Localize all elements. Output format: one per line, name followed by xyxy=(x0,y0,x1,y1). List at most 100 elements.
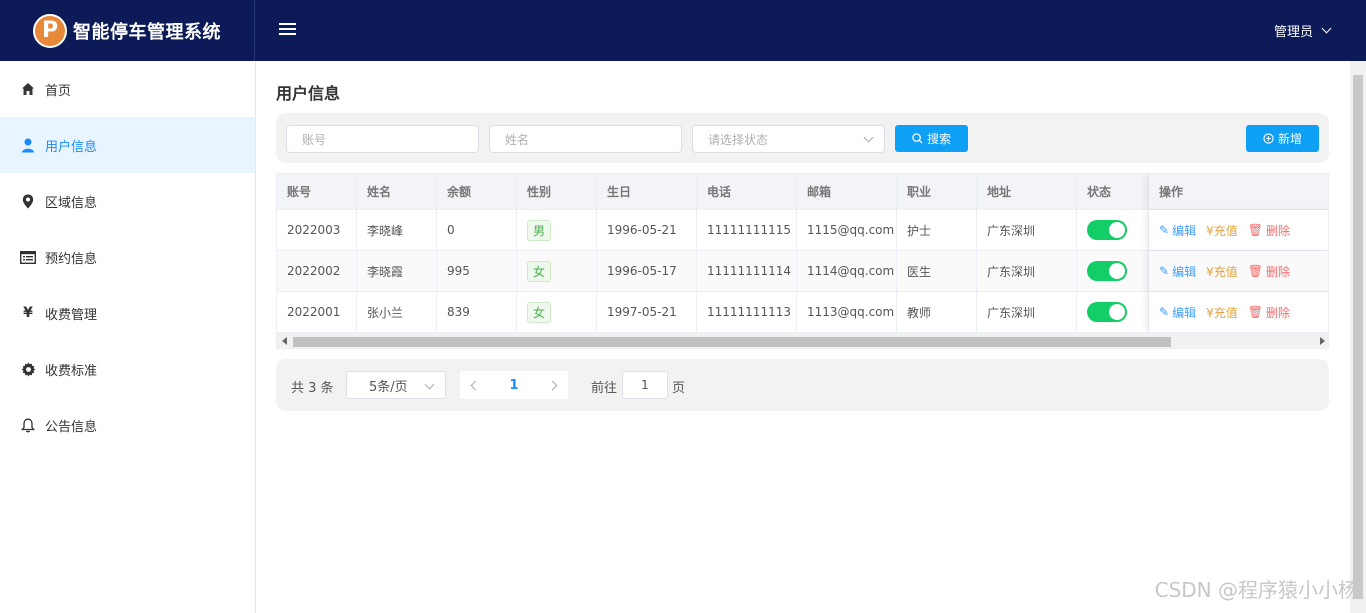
scroll-right-arrow-icon[interactable] xyxy=(1320,337,1325,345)
page-size-select[interactable]: 5条/页 xyxy=(346,371,446,399)
account-input[interactable]: 账号 xyxy=(286,125,479,153)
pager-total: 共 3 条 xyxy=(291,381,334,396)
status-switch[interactable] xyxy=(1087,302,1127,322)
cell-balance: 0 xyxy=(437,210,517,250)
app-title: 智能停车管理系统 xyxy=(73,21,221,43)
table-row: 2022001 张小兰 839 女 1997-05-21 11111111113… xyxy=(277,292,1328,333)
scroll-thumb[interactable] xyxy=(293,337,1171,347)
search-icon xyxy=(912,133,923,144)
edit-icon: ✎ xyxy=(1159,305,1170,319)
cell-email: 1114@qq.com xyxy=(797,251,897,291)
goto-page-input[interactable]: 1 xyxy=(622,371,668,399)
recharge-button[interactable]: ¥充值 xyxy=(1206,263,1238,280)
column-header: 职业 xyxy=(897,174,977,209)
sidebar-item-label: 收费标准 xyxy=(45,363,98,379)
status-switch[interactable] xyxy=(1087,220,1127,240)
menu-toggle-icon[interactable] xyxy=(279,23,296,37)
add-button-label: 新增 xyxy=(1277,132,1302,146)
goto-label: 前往 xyxy=(591,381,618,396)
page-number[interactable]: 1 xyxy=(509,378,518,393)
home-icon xyxy=(20,81,36,97)
search-bar: 账号 姓名 请选择状态 搜索 新增 xyxy=(276,113,1329,163)
status-switch[interactable] xyxy=(1087,261,1127,281)
cell-job: 护士 xyxy=(897,210,977,250)
sidebar-item-label: 区域信息 xyxy=(45,195,98,211)
user-table: 账号 姓名 余额 性别 生日 电话 邮箱 职业 地址 状态 操作 2022003… xyxy=(276,173,1329,349)
cell-birthday: 1996-05-21 xyxy=(597,210,697,250)
chevron-down-icon xyxy=(863,132,874,143)
sidebar-item-label: 首页 xyxy=(45,83,72,99)
delete-button[interactable]: 🗑 删除 xyxy=(1248,222,1290,239)
vertical-scroll-thumb[interactable] xyxy=(1353,75,1363,599)
logo-area: P 智能停车管理系统 xyxy=(0,0,255,61)
cell-gender: 女 xyxy=(517,292,597,332)
sidebar-item-fee-standard[interactable]: 收费标准 xyxy=(0,341,255,397)
map-pin-icon xyxy=(20,193,36,209)
recharge-button[interactable]: ¥充值 xyxy=(1206,304,1238,321)
cell-phone: 11111111113 xyxy=(697,292,797,332)
column-header: 余额 xyxy=(437,174,517,209)
user-icon xyxy=(20,137,36,153)
cell-birthday: 1996-05-17 xyxy=(597,251,697,291)
sidebar-item-notice[interactable]: 公告信息 xyxy=(0,397,255,453)
gender-tag: 女 xyxy=(527,301,552,323)
add-button[interactable]: 新增 xyxy=(1246,125,1319,152)
cell-address: 广东深圳 xyxy=(977,292,1077,332)
top-bar: P 智能停车管理系统 管理员 xyxy=(0,0,1366,61)
edit-icon: ✎ xyxy=(1159,223,1170,237)
vertical-scrollbar[interactable] xyxy=(1350,61,1366,613)
search-button-label: 搜索 xyxy=(926,132,951,146)
prev-page-icon[interactable] xyxy=(470,380,481,390)
cell-account: 2022002 xyxy=(277,251,357,291)
sidebar-item-label: 收费管理 xyxy=(45,307,98,323)
cell-actions: ✎ 编辑 ¥充值 🗑 删除 xyxy=(1149,292,1328,332)
column-header: 账号 xyxy=(277,174,357,209)
gender-tag: 男 xyxy=(527,219,552,241)
edit-icon: ✎ xyxy=(1159,264,1170,278)
next-page-icon[interactable] xyxy=(547,380,558,390)
status-select[interactable]: 请选择状态 xyxy=(692,125,885,153)
sidebar-item-label: 用户信息 xyxy=(45,139,98,155)
page-size-value: 5条/页 xyxy=(369,379,408,395)
cell-gender: 男 xyxy=(517,210,597,250)
cell-actions: ✎ 编辑 ¥充值 🗑 删除 xyxy=(1149,210,1328,250)
logo-icon: P xyxy=(33,13,67,48)
trash-icon: 🗑 xyxy=(1247,264,1263,278)
trash-icon: 🗑 xyxy=(1247,305,1263,319)
column-header: 生日 xyxy=(597,174,697,209)
delete-button[interactable]: 🗑 删除 xyxy=(1248,304,1290,321)
cell-email: 1113@qq.com xyxy=(797,292,897,332)
recharge-button[interactable]: ¥充值 xyxy=(1206,222,1238,239)
edit-button[interactable]: ✎ 编辑 xyxy=(1159,222,1196,239)
cell-actions: ✎ 编辑 ¥充值 🗑 删除 xyxy=(1149,251,1328,291)
table-row: 2022003 李晓峰 0 男 1996-05-21 11111111115 1… xyxy=(277,210,1328,251)
plus-circle-icon xyxy=(1263,133,1274,144)
user-menu[interactable]: 管理员 xyxy=(1274,21,1332,40)
sidebar-item-home[interactable]: 首页 xyxy=(0,61,255,117)
sidebar: 首页 用户信息 区域信息 预约信息 ¥ 收费管理 收费标准 公告信息 xyxy=(0,61,256,613)
cell-gender: 女 xyxy=(517,251,597,291)
edit-button[interactable]: ✎ 编辑 xyxy=(1159,304,1196,321)
sidebar-item-reservation[interactable]: 预约信息 xyxy=(0,229,255,285)
sidebar-item-users[interactable]: 用户信息 xyxy=(0,117,255,173)
sidebar-item-fees[interactable]: ¥ 收费管理 xyxy=(0,285,255,341)
trash-icon: 🗑 xyxy=(1247,223,1263,237)
name-input[interactable]: 姓名 xyxy=(489,125,682,153)
chevron-down-icon xyxy=(424,379,435,390)
edit-button[interactable]: ✎ 编辑 xyxy=(1159,263,1196,280)
page-title: 用户信息 xyxy=(276,84,341,103)
scroll-left-arrow-icon[interactable] xyxy=(282,337,287,345)
cell-email: 1115@qq.com xyxy=(797,210,897,250)
yen-icon: ¥ xyxy=(23,305,33,321)
chevron-down-icon xyxy=(1321,23,1332,34)
pager-nav: 1 xyxy=(460,371,568,399)
column-header: 邮箱 xyxy=(797,174,897,209)
horizontal-scrollbar[interactable] xyxy=(277,332,1328,348)
sidebar-item-area[interactable]: 区域信息 xyxy=(0,173,255,229)
cell-address: 广东深圳 xyxy=(977,210,1077,250)
sidebar-item-label: 预约信息 xyxy=(45,251,98,267)
cell-job: 医生 xyxy=(897,251,977,291)
search-button[interactable]: 搜索 xyxy=(895,125,968,152)
sidebar-item-label: 公告信息 xyxy=(45,419,98,435)
delete-button[interactable]: 🗑 删除 xyxy=(1248,263,1290,280)
